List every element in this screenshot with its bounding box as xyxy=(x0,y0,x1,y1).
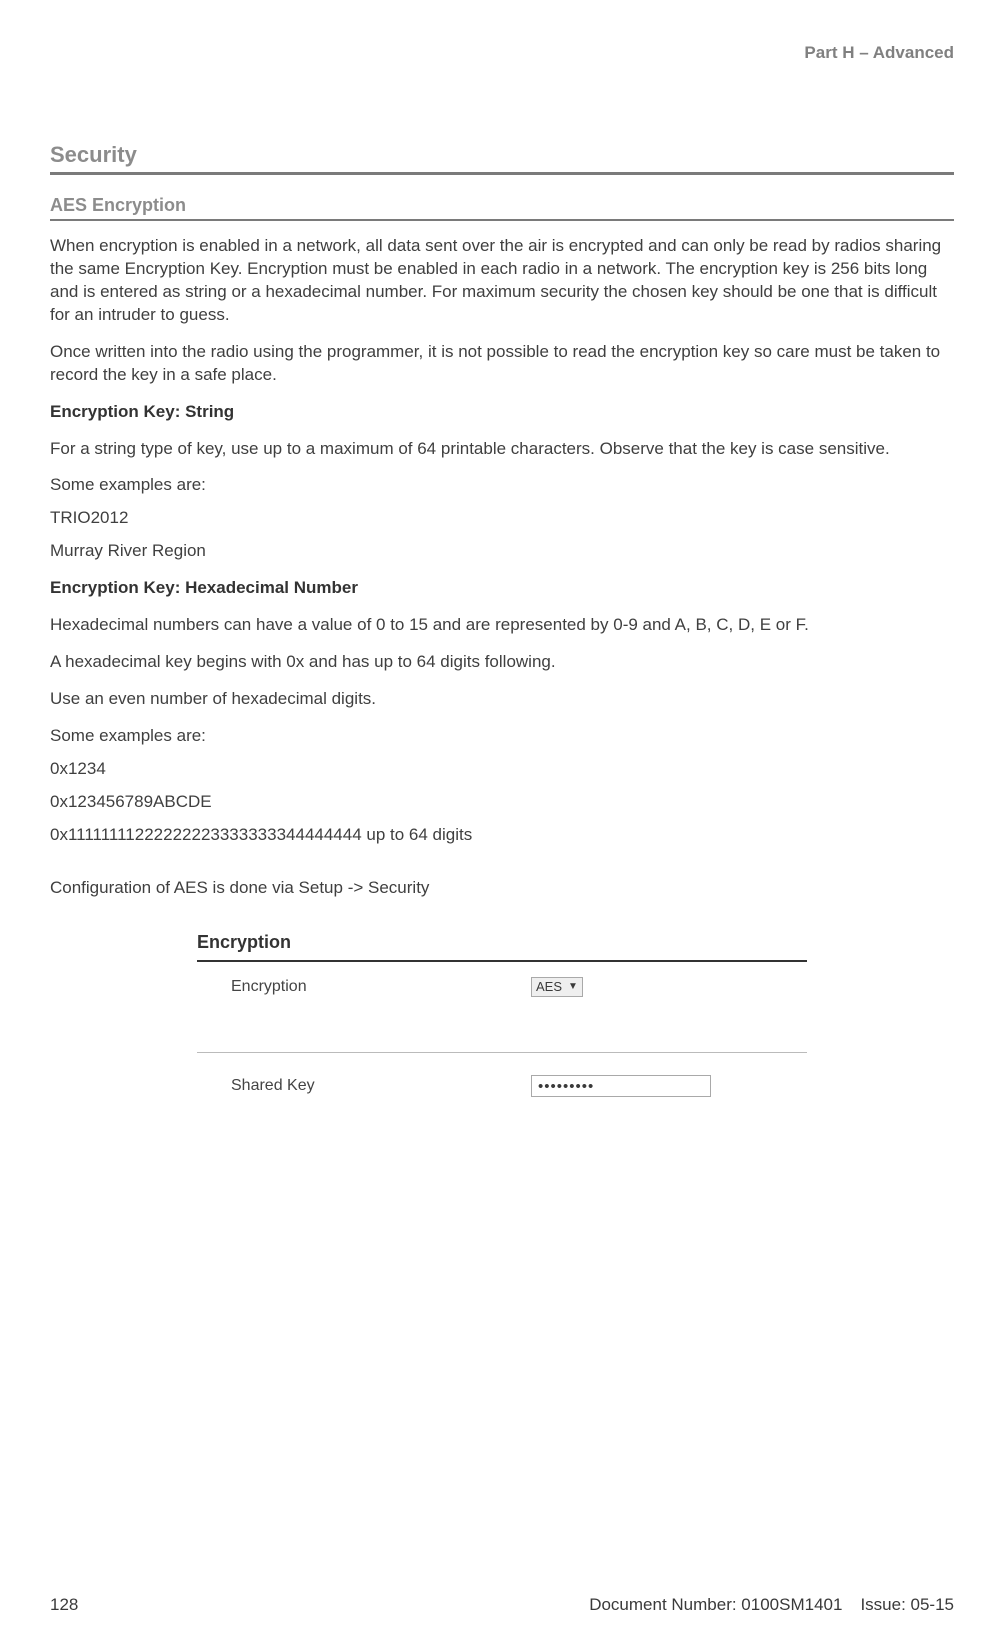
field-label: Encryption xyxy=(231,976,531,998)
example-value: 0x11111111222222223333333344444444 up to… xyxy=(50,824,954,847)
example-value: Murray River Region xyxy=(50,540,954,563)
document-number: Document Number: 0100SM1401 xyxy=(589,1594,842,1617)
heading-aes-encryption: AES Encryption xyxy=(50,193,954,221)
example-value: 0x123456789ABCDE xyxy=(50,791,954,814)
example-value: TRIO2012 xyxy=(50,507,954,530)
example-value: 0x1234 xyxy=(50,758,954,781)
encryption-select[interactable]: AES ▼ xyxy=(531,977,583,997)
encryption-config-panel: Encryption Encryption AES ▼ Shared Key •… xyxy=(197,930,807,1111)
subheading-key-string: Encryption Key: String xyxy=(50,401,954,424)
issue-number: Issue: 05-15 xyxy=(860,1594,954,1617)
body-paragraph: Once written into the radio using the pr… xyxy=(50,341,954,387)
config-row-encryption: Encryption AES ▼ xyxy=(197,962,807,1012)
heading-security: Security xyxy=(50,140,954,175)
body-paragraph: A hexadecimal key begins with 0x and has… xyxy=(50,651,954,674)
panel-title: Encryption xyxy=(197,930,807,962)
select-value: AES xyxy=(536,979,562,995)
section-header: Part H – Advanced xyxy=(804,42,954,65)
config-row-shared-key: Shared Key ••••••••• xyxy=(197,1052,807,1111)
page-footer: 128 Document Number: 0100SM1401 Issue: 0… xyxy=(50,1594,954,1617)
chevron-down-icon: ▼ xyxy=(568,979,578,995)
body-paragraph: Use an even number of hexadecimal digits… xyxy=(50,688,954,711)
document-page: Part H – Advanced Security AES Encryptio… xyxy=(0,0,1004,1637)
shared-key-input[interactable]: ••••••••• xyxy=(531,1075,711,1097)
body-paragraph: For a string type of key, use up to a ma… xyxy=(50,438,954,461)
body-paragraph: Configuration of AES is done via Setup -… xyxy=(50,877,954,900)
body-paragraph: When encryption is enabled in a network,… xyxy=(50,235,954,327)
body-paragraph: Hexadecimal numbers can have a value of … xyxy=(50,614,954,637)
subheading-key-hex: Encryption Key: Hexadecimal Number xyxy=(50,577,954,600)
body-paragraph: Some examples are: xyxy=(50,474,954,497)
field-label: Shared Key xyxy=(231,1075,531,1097)
page-number: 128 xyxy=(50,1594,78,1617)
body-paragraph: Some examples are: xyxy=(50,725,954,748)
